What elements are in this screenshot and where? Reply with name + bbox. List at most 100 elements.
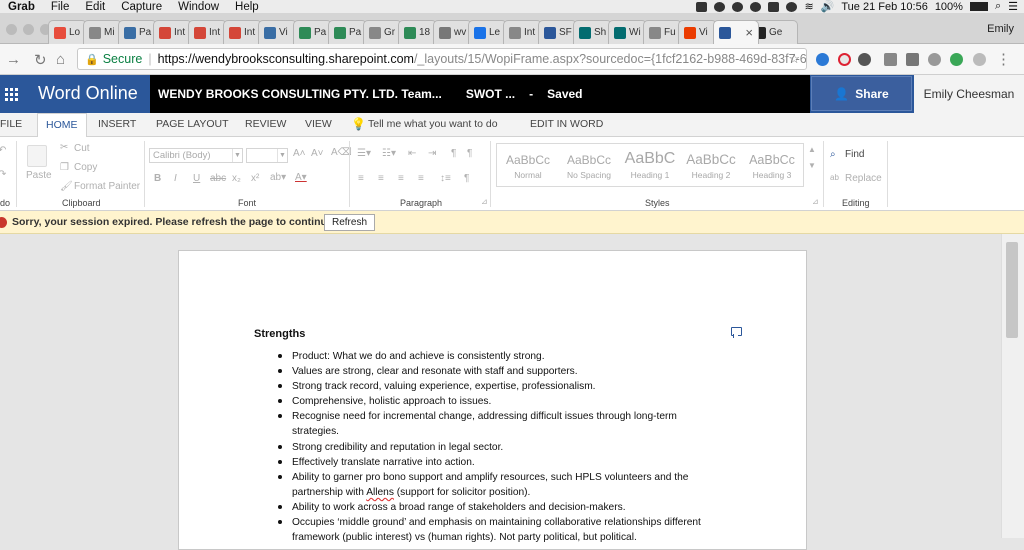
spelling-error-mark[interactable]: Allens xyxy=(366,487,394,498)
menu-file[interactable]: File xyxy=(43,1,78,13)
clock-text[interactable]: Tue 21 Feb 10:56 xyxy=(841,1,927,13)
ltr-icon[interactable]: ¶ xyxy=(451,148,456,159)
refresh-button[interactable]: Refresh xyxy=(324,214,375,231)
browser-tab[interactable]: Int xyxy=(153,20,192,44)
profile-name[interactable]: Emily xyxy=(987,23,1014,35)
paste-button[interactable]: Paste xyxy=(26,170,52,181)
address-bar[interactable]: 🔒 Secure | https://wendybrooksconsulting… xyxy=(77,48,807,70)
numbering-icon[interactable]: ☷▾ xyxy=(382,148,396,159)
search-icon[interactable]: ⌕ xyxy=(995,0,1001,13)
browser-tab[interactable]: Sh xyxy=(573,20,612,44)
tab-file[interactable]: FILE xyxy=(0,113,22,137)
close-tab-icon[interactable]: × xyxy=(745,25,753,40)
forward-icon[interactable]: → xyxy=(6,51,21,68)
justify-icon[interactable]: ≡ xyxy=(418,173,424,184)
extension-icon[interactable] xyxy=(858,53,871,66)
style-heading-3[interactable]: AaBbCc Heading 3 xyxy=(741,144,803,186)
browser-tab[interactable]: Fu xyxy=(643,20,682,44)
reload-icon[interactable]: ↻ xyxy=(34,51,47,69)
menu-edit[interactable]: Edit xyxy=(77,1,113,13)
paste-icon[interactable] xyxy=(27,145,47,167)
app-menu[interactable]: Grab xyxy=(0,1,43,13)
menu-capture[interactable]: Capture xyxy=(113,1,170,13)
notification-center-icon[interactable]: ☰ xyxy=(1008,0,1018,13)
app-name[interactable]: Word Online xyxy=(38,83,138,104)
status-icon[interactable] xyxy=(714,1,726,12)
dialog-launcher-icon[interactable]: ⊿ xyxy=(812,197,819,206)
style-no-spacing[interactable]: AaBbCc No Spacing xyxy=(558,144,620,186)
time-machine-icon[interactable] xyxy=(786,1,798,12)
increase-indent-icon[interactable]: ⇥ xyxy=(428,148,436,159)
strikethrough-button[interactable]: abc xyxy=(210,173,226,184)
replace-button[interactable]: Replace xyxy=(845,173,882,184)
document-name[interactable]: SWOT ... xyxy=(466,87,515,101)
align-left-icon[interactable]: ≡ xyxy=(358,173,364,184)
underline-button[interactable]: U xyxy=(193,173,200,184)
tab-insert[interactable]: INSERT xyxy=(98,113,136,137)
browser-tab[interactable]: Mi xyxy=(83,20,122,44)
document-page[interactable]: Strengths Product: What we do and achiev… xyxy=(178,250,807,550)
align-center-icon[interactable]: ≡ xyxy=(378,173,384,184)
browser-tab[interactable]: Le xyxy=(468,20,507,44)
font-name-select[interactable]: Calibri (Body) ▼ xyxy=(149,148,243,163)
edit-in-word-button[interactable]: EDIT IN WORD xyxy=(530,113,603,137)
browser-tab[interactable]: Pa xyxy=(118,20,157,44)
styles-scroll-down-icon[interactable]: ▼ xyxy=(808,161,816,170)
menu-icon[interactable]: ⋮ xyxy=(996,50,1011,68)
comment-icon[interactable] xyxy=(731,327,742,338)
user-name[interactable]: Emily Cheesman xyxy=(914,75,1024,113)
extension-icon[interactable] xyxy=(884,53,897,66)
style-heading-1[interactable]: AaBbC Heading 1 xyxy=(619,144,681,186)
bookmark-star-icon[interactable]: ☆ xyxy=(788,51,800,67)
extension-icon[interactable] xyxy=(973,53,986,66)
bullets-icon[interactable]: ☰▾ xyxy=(357,148,371,159)
browser-tab[interactable]: SF xyxy=(538,20,577,44)
browser-tab[interactable]: Pa xyxy=(328,20,367,44)
dialog-launcher-icon[interactable]: ⊿ xyxy=(481,197,488,206)
volume-icon[interactable]: 🔊 xyxy=(821,0,835,13)
copy-button[interactable]: Copy xyxy=(74,162,97,173)
font-size-select[interactable]: ▼ xyxy=(246,148,288,163)
share-button[interactable]: 👤 Share xyxy=(811,76,912,111)
extension-icon[interactable] xyxy=(816,53,829,66)
browser-tab[interactable]: × xyxy=(713,20,759,44)
tab-page-layout[interactable]: PAGE LAYOUT xyxy=(156,113,229,137)
grammarly-icon[interactable] xyxy=(950,53,963,66)
minimize-window-button[interactable] xyxy=(23,24,34,35)
browser-tab[interactable]: Lo xyxy=(48,20,87,44)
menu-window[interactable]: Window xyxy=(170,1,227,13)
scrollbar-thumb[interactable] xyxy=(1006,242,1018,338)
browser-tab[interactable]: Wi xyxy=(608,20,647,44)
style-heading-2[interactable]: AaBbCc Heading 2 xyxy=(680,144,742,186)
browser-tab[interactable]: wv xyxy=(433,20,472,44)
browser-tab[interactable]: 18 xyxy=(398,20,437,44)
status-icon[interactable] xyxy=(696,1,708,12)
undo-icon[interactable]: ↶ xyxy=(0,145,6,156)
format-painter-button[interactable]: Format Painter xyxy=(74,181,140,192)
subscript-button[interactable]: x₂ xyxy=(232,173,241,184)
decrease-indent-icon[interactable]: ⇤ xyxy=(408,148,416,159)
grow-font-icon[interactable]: A˄ xyxy=(293,148,306,159)
bolt-icon[interactable] xyxy=(906,53,919,66)
battery-text[interactable]: 100% xyxy=(935,1,963,13)
styles-scroll-up-icon[interactable]: ▲ xyxy=(808,145,816,154)
opera-icon[interactable] xyxy=(838,53,851,66)
app-launcher-icon[interactable] xyxy=(0,75,22,113)
browser-tab[interactable]: Vi xyxy=(678,20,717,44)
bold-button[interactable]: B xyxy=(154,173,161,184)
status-icon[interactable] xyxy=(732,1,744,12)
browser-tab[interactable]: Vi xyxy=(258,20,297,44)
browser-tab[interactable]: Int xyxy=(503,20,542,44)
font-color-icon[interactable]: A▾ xyxy=(295,172,307,183)
status-icon[interactable] xyxy=(750,1,762,12)
org-title[interactable]: WENDY BROOKS CONSULTING PTY. LTD. Team..… xyxy=(158,87,442,101)
line-spacing-icon[interactable]: ↕≡ xyxy=(440,173,451,184)
italic-button[interactable]: I xyxy=(174,173,177,184)
tab-view[interactable]: VIEW xyxy=(305,113,332,137)
vertical-scrollbar[interactable] xyxy=(1001,234,1024,538)
align-right-icon[interactable]: ≡ xyxy=(398,173,404,184)
paragraph-mark-icon[interactable]: ¶ xyxy=(464,173,469,184)
highlight-icon[interactable]: ab▾ xyxy=(270,172,286,183)
style-normal[interactable]: AaBbCc Normal xyxy=(497,144,559,186)
redo-icon[interactable]: ↷ xyxy=(0,169,6,180)
